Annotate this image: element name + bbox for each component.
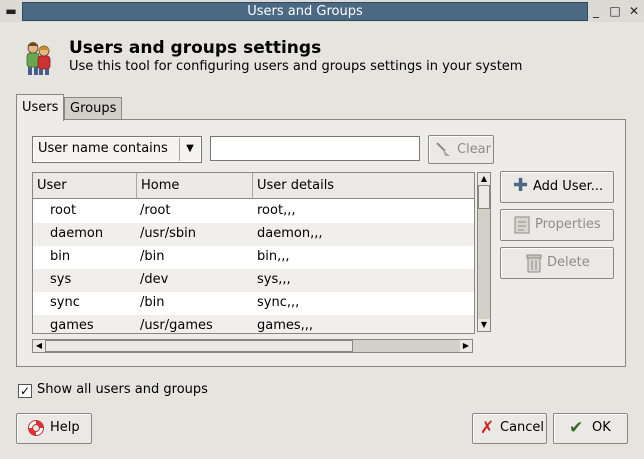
cancel-x-icon: ✗ bbox=[480, 418, 495, 438]
cell-details: sys,,, bbox=[257, 272, 291, 287]
horizontal-scrollbar[interactable]: ◀ ▶ bbox=[32, 339, 473, 353]
ok-button[interactable]: ✔ OK bbox=[553, 413, 628, 444]
checkmark-icon: ✔ bbox=[569, 418, 584, 438]
horizontal-scroll-thumb[interactable] bbox=[45, 340, 353, 352]
column-header-user[interactable]: User bbox=[33, 173, 137, 199]
table-row[interactable]: games /usr/games games,,, bbox=[33, 315, 474, 333]
cell-user: sync bbox=[50, 295, 80, 310]
window-title: Users and Groups bbox=[22, 2, 588, 21]
table-row[interactable]: sys /dev sys,,, bbox=[33, 269, 474, 292]
cell-home: /bin bbox=[140, 295, 165, 310]
window-menu-icon[interactable]: ▬ bbox=[3, 3, 19, 19]
filter-type-value: User name contains bbox=[38, 141, 168, 156]
cancel-button[interactable]: ✗ Cancel bbox=[472, 413, 547, 444]
cell-details: games,,, bbox=[257, 318, 314, 333]
cell-home: /usr/games bbox=[140, 318, 213, 333]
ok-label: OK bbox=[592, 420, 611, 435]
close-icon[interactable]: ✕ bbox=[626, 3, 642, 19]
page-title: Users and groups settings bbox=[69, 38, 322, 58]
properties-button[interactable]: Properties bbox=[500, 209, 614, 241]
lifebuoy-icon bbox=[27, 419, 45, 441]
scroll-up-icon[interactable]: ▲ bbox=[478, 173, 490, 185]
plus-icon: ✚ bbox=[513, 175, 529, 196]
delete-label: Delete bbox=[547, 255, 590, 270]
table-row[interactable]: bin /bin bin,,, bbox=[33, 246, 474, 269]
broom-icon bbox=[435, 141, 453, 161]
cell-home: /root bbox=[140, 203, 171, 218]
column-header-home[interactable]: Home bbox=[137, 173, 253, 199]
scroll-right-icon[interactable]: ▶ bbox=[460, 340, 472, 352]
tab-groups[interactable]: Groups bbox=[64, 97, 123, 120]
users-icon bbox=[23, 40, 53, 76]
cell-details: root,,, bbox=[257, 203, 296, 218]
cancel-label: Cancel bbox=[500, 420, 545, 435]
chevron-down-icon: ▼ bbox=[179, 138, 200, 161]
properties-label: Properties bbox=[535, 217, 601, 232]
trash-icon bbox=[526, 253, 542, 277]
delete-button[interactable]: Delete bbox=[500, 247, 614, 279]
cell-details: sync,,, bbox=[257, 295, 300, 310]
scroll-down-icon[interactable]: ▼ bbox=[478, 319, 490, 331]
table-row[interactable]: daemon /usr/sbin daemon,,, bbox=[33, 223, 474, 246]
show-all-label[interactable]: Show all users and groups bbox=[37, 382, 208, 397]
filter-type-select[interactable]: User name contains ▼ bbox=[32, 136, 202, 163]
clear-button[interactable]: Clear bbox=[428, 135, 494, 164]
cell-home: /dev bbox=[140, 272, 169, 287]
table-row[interactable]: sync /bin sync,,, bbox=[33, 292, 474, 315]
column-header-details[interactable]: User details bbox=[253, 173, 474, 199]
cell-home: /bin bbox=[140, 249, 165, 264]
table-row[interactable]: root /root root,,, bbox=[33, 200, 474, 223]
properties-icon bbox=[514, 216, 530, 238]
users-table[interactable]: User Home User details root /root root,,… bbox=[32, 172, 475, 334]
cell-user: bin bbox=[50, 249, 71, 264]
vertical-scroll-thumb[interactable] bbox=[478, 185, 490, 209]
clear-label: Clear bbox=[457, 142, 491, 157]
cell-user: sys bbox=[50, 272, 72, 287]
page-subtitle: Use this tool for configuring users and … bbox=[69, 59, 523, 74]
maximize-icon[interactable]: □ bbox=[607, 3, 623, 19]
cell-user: games bbox=[50, 318, 94, 333]
add-user-button[interactable]: ✚ Add User... bbox=[500, 171, 614, 203]
cell-user: root bbox=[50, 203, 77, 218]
show-all-checkbox[interactable]: ✓ bbox=[18, 384, 32, 398]
window-titlebar[interactable]: ▬ Users and Groups _ □ ✕ bbox=[0, 0, 644, 22]
cell-details: bin,,, bbox=[257, 249, 290, 264]
scroll-left-icon[interactable]: ◀ bbox=[33, 340, 45, 352]
minimize-icon[interactable]: _ bbox=[588, 3, 604, 19]
tab-users[interactable]: Users bbox=[16, 94, 65, 121]
search-input[interactable] bbox=[210, 136, 420, 161]
help-button[interactable]: Help bbox=[16, 413, 92, 444]
cell-home: /usr/sbin bbox=[140, 226, 196, 241]
help-label: Help bbox=[50, 420, 80, 435]
vertical-scrollbar[interactable]: ▲ ▼ bbox=[477, 172, 491, 332]
add-user-label: Add User... bbox=[533, 179, 604, 194]
cell-details: daemon,,, bbox=[257, 226, 323, 241]
cell-user: daemon bbox=[50, 226, 104, 241]
